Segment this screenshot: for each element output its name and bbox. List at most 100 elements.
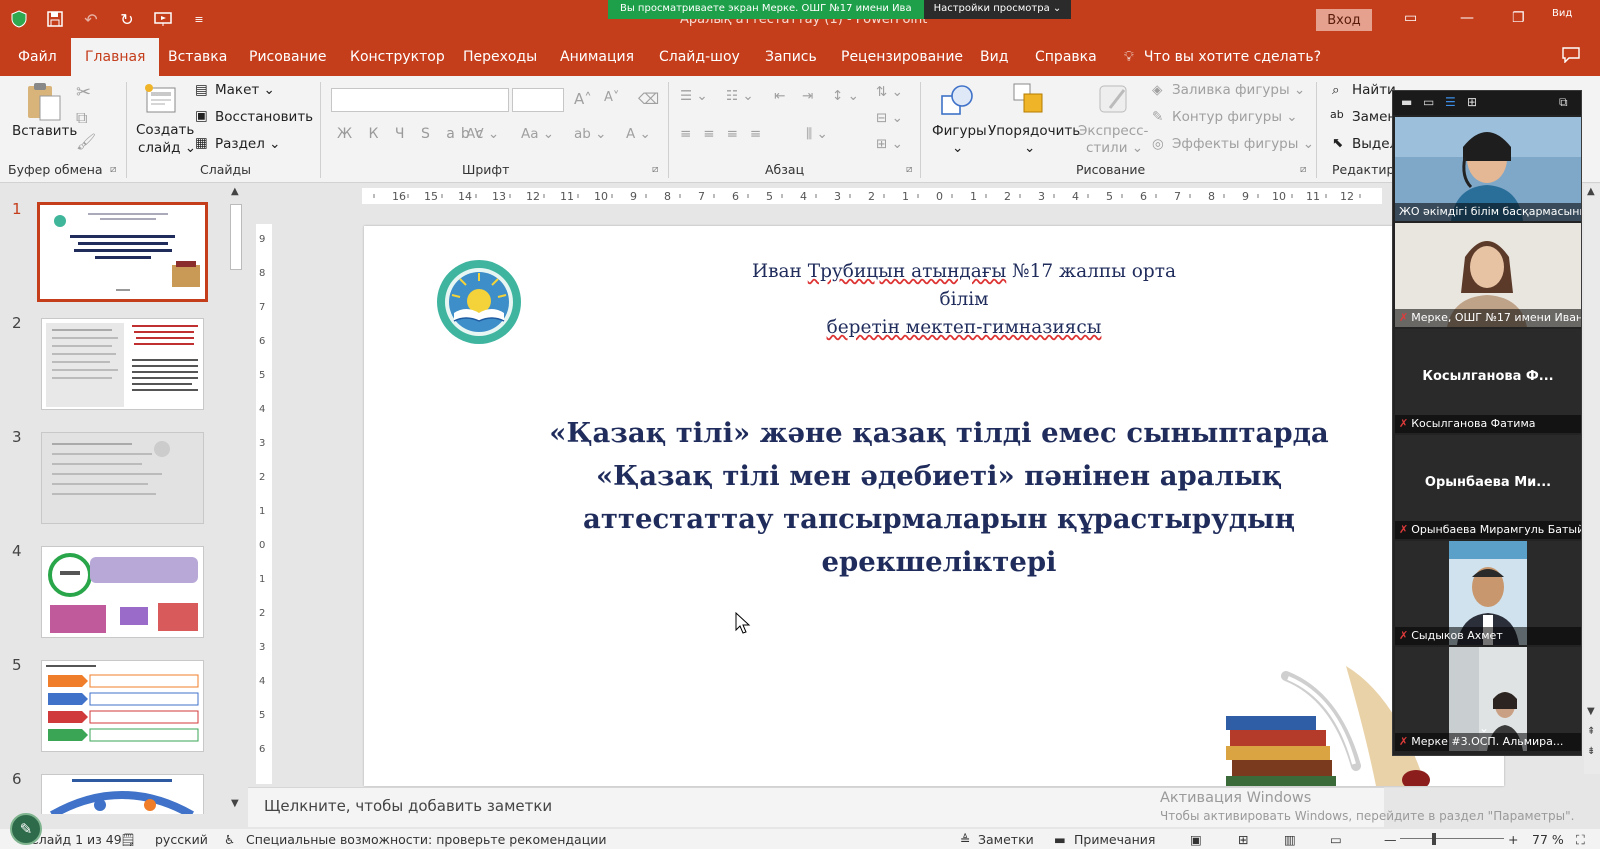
language-indicator[interactable]: русский (155, 832, 208, 847)
participant-tile[interactable]: ✗ Мерке, ОШГ №17 имени Иван... (1395, 223, 1581, 327)
list-view-icon[interactable]: ☰ (1445, 95, 1456, 109)
thumbnail-scrollbar-thumb[interactable] (230, 204, 242, 270)
cut-icon[interactable]: ✂ (76, 82, 91, 103)
slide-thumbnail-1[interactable] (37, 202, 208, 302)
participant-tile[interactable]: ✗ Мерке #3.ОСП. Альмира... (1395, 647, 1581, 751)
minimize-icon[interactable]: — (1460, 10, 1474, 26)
slide-thumbnail-6[interactable] (41, 774, 204, 814)
arrange-icon[interactable] (1012, 82, 1048, 118)
participant-tile[interactable]: ЖО әкімдігі білім басқармасының ... (1395, 117, 1581, 221)
replace-button[interactable]: Замен (1352, 109, 1396, 125)
tab-review[interactable]: Рецензирование (841, 38, 963, 76)
customize-toolbar-icon[interactable]: ≡ (186, 6, 212, 32)
columns-icon[interactable]: ⫼ ⌄ (806, 126, 828, 142)
paste-icon[interactable] (24, 82, 62, 122)
tab-insert[interactable]: Вставка (168, 38, 227, 76)
slide-title[interactable]: «Қазақ тілі» және қазақ тілді емес сынып… (514, 412, 1364, 584)
present-from-start-icon[interactable] (150, 6, 176, 32)
participant-tile[interactable]: ✗ Сыдыков Ахмет (1395, 541, 1581, 645)
slide-counter[interactable]: Слайд 1 из 49 (30, 832, 122, 847)
reading-view-icon[interactable]: ▥ (1284, 832, 1296, 847)
scroll-down-chevron-icon[interactable]: ⌄ (1479, 721, 1489, 735)
increase-indent-icon[interactable]: ⇥ (802, 88, 813, 104)
tab-record[interactable]: Запись (765, 38, 817, 76)
tab-design[interactable]: Конструктор (350, 38, 445, 76)
quick-styles-icon[interactable] (1096, 82, 1132, 120)
comments-icon[interactable] (1562, 47, 1580, 67)
view-label[interactable]: Вид (1552, 8, 1572, 19)
tab-slideshow[interactable]: Слайд-шоу (659, 38, 740, 76)
current-slide[interactable]: Иван Трубицын атындағы №17 жалпы орта бі… (364, 226, 1504, 786)
normal-view-icon[interactable]: ▣ (1190, 832, 1202, 847)
restore-icon[interactable]: ❐ (1512, 10, 1525, 26)
pop-out-icon[interactable]: ⧉ (1559, 95, 1568, 110)
grid-view-icon[interactable]: ⊞ (1467, 95, 1477, 109)
tab-view[interactable]: Вид (980, 38, 1008, 76)
shapes-icon[interactable] (938, 82, 976, 120)
shapes-dropdown-icon[interactable]: ⌄ (952, 140, 963, 156)
highlight-icon[interactable]: ab ⌄ (574, 126, 606, 142)
format-painter-icon[interactable]: 🖌︎ (76, 132, 96, 151)
paragraph-launcher-icon[interactable]: ⧄ (906, 164, 912, 175)
slide-scrollbar[interactable]: ▲ ▼ ⇞ ⇟ (1584, 184, 1600, 774)
decrease-indent-icon[interactable]: ⇤ (774, 88, 785, 104)
view-settings-button[interactable]: Настройки просмотра ⌄ (923, 0, 1072, 19)
slide-sorter-icon[interactable]: ⊞ (1238, 832, 1248, 847)
thumbnail-scrollbar[interactable]: ▲ ▼ (229, 186, 243, 816)
drawing-launcher-icon[interactable]: ⧄ (1300, 164, 1306, 175)
font-size-combo[interactable] (512, 88, 564, 112)
fit-to-window-icon[interactable]: ⛶ (1576, 832, 1585, 848)
new-slide-button-line2[interactable]: слайд ⌄ (138, 140, 196, 156)
undo-icon[interactable]: ↶ (78, 6, 104, 32)
sign-in-button[interactable]: Вход (1316, 9, 1372, 31)
slide-thumbnail-2[interactable] (41, 318, 204, 410)
shrink-font-icon[interactable]: A˅ (604, 90, 619, 105)
notes-view-icon[interactable]: 🗒︎ (120, 832, 136, 848)
shape-effects-button[interactable]: Эффекты фигуры ⌄ (1172, 136, 1314, 152)
numbering-icon[interactable]: ☷ ⌄ (726, 88, 754, 104)
redo-icon[interactable]: ↻ (114, 6, 140, 32)
change-case-icon[interactable]: Aa ⌄ (521, 126, 554, 142)
font-name-combo[interactable] (331, 88, 509, 112)
clipboard-launcher-icon[interactable]: ⧄ (110, 164, 116, 175)
smartart-icon[interactable]: ⊞ ⌄ (876, 136, 903, 152)
comments-toggle-button[interactable]: Примечания (1074, 832, 1155, 847)
shape-outline-button[interactable]: Контур фигуры ⌄ (1172, 109, 1298, 125)
paste-button[interactable]: Вставить (12, 123, 77, 139)
zoom-in-icon[interactable]: + (1508, 832, 1518, 847)
bullets-icon[interactable]: ☰ ⌄ (680, 88, 708, 104)
tab-draw[interactable]: Рисование (249, 38, 327, 76)
participant-tile[interactable]: Орынбаева Ми... ✗ Орынбаева Мирамгуль Бат… (1395, 435, 1581, 539)
align-text-icon[interactable]: ⊟ ⌄ (876, 110, 903, 126)
grow-font-icon[interactable]: A˄ (574, 90, 592, 108)
clear-formatting-icon[interactable]: ⌫ (638, 90, 659, 108)
tell-me-search[interactable]: 💡︎ Что вы хотите сделать? (1124, 38, 1321, 76)
slide-thumbnail-4[interactable] (41, 546, 204, 638)
arrange-dropdown-icon[interactable]: ⌄ (1024, 140, 1035, 156)
participant-tile[interactable]: Косылганова Ф... ✗ Косылганова Фатима (1395, 329, 1581, 433)
tab-transitions[interactable]: Переходы (463, 38, 537, 76)
copy-icon[interactable]: ⧉ (76, 108, 87, 128)
notes-toggle-button[interactable]: Заметки (978, 832, 1034, 847)
tab-help[interactable]: Справка (1035, 38, 1097, 76)
tab-home[interactable]: Главная (71, 38, 160, 76)
align-buttons[interactable]: ≡≡≡≡ (680, 126, 773, 142)
zoom-slider[interactable] (1400, 838, 1504, 839)
tab-file[interactable]: Файл (18, 38, 57, 76)
shape-fill-button[interactable]: Заливка фигуры ⌄ (1172, 82, 1305, 98)
zoom-out-icon[interactable]: — (1384, 832, 1397, 847)
ribbon-display-icon[interactable]: ▭ (1404, 10, 1417, 26)
find-button[interactable]: Найти (1352, 82, 1396, 98)
zoom-level[interactable]: 77 % (1532, 832, 1564, 847)
reset-button[interactable]: Восстановить (215, 109, 313, 125)
font-color-icon[interactable]: A ⌄ (626, 126, 651, 142)
new-slide-icon[interactable] (143, 82, 179, 118)
slideshow-view-icon[interactable]: ▭ (1330, 832, 1342, 847)
new-slide-button[interactable]: Создать (136, 122, 194, 138)
accessibility-status[interactable]: Специальные возможности: проверьте реком… (246, 832, 606, 847)
line-spacing-icon[interactable]: ↕ ⌄ (832, 88, 859, 104)
layout-button[interactable]: Макет ⌄ (215, 82, 275, 98)
font-launcher-icon[interactable]: ⧄ (652, 164, 658, 175)
char-spacing-icon[interactable]: AV ⌄ (466, 126, 499, 142)
text-direction-icon[interactable]: ⇅ ⌄ (876, 84, 903, 100)
